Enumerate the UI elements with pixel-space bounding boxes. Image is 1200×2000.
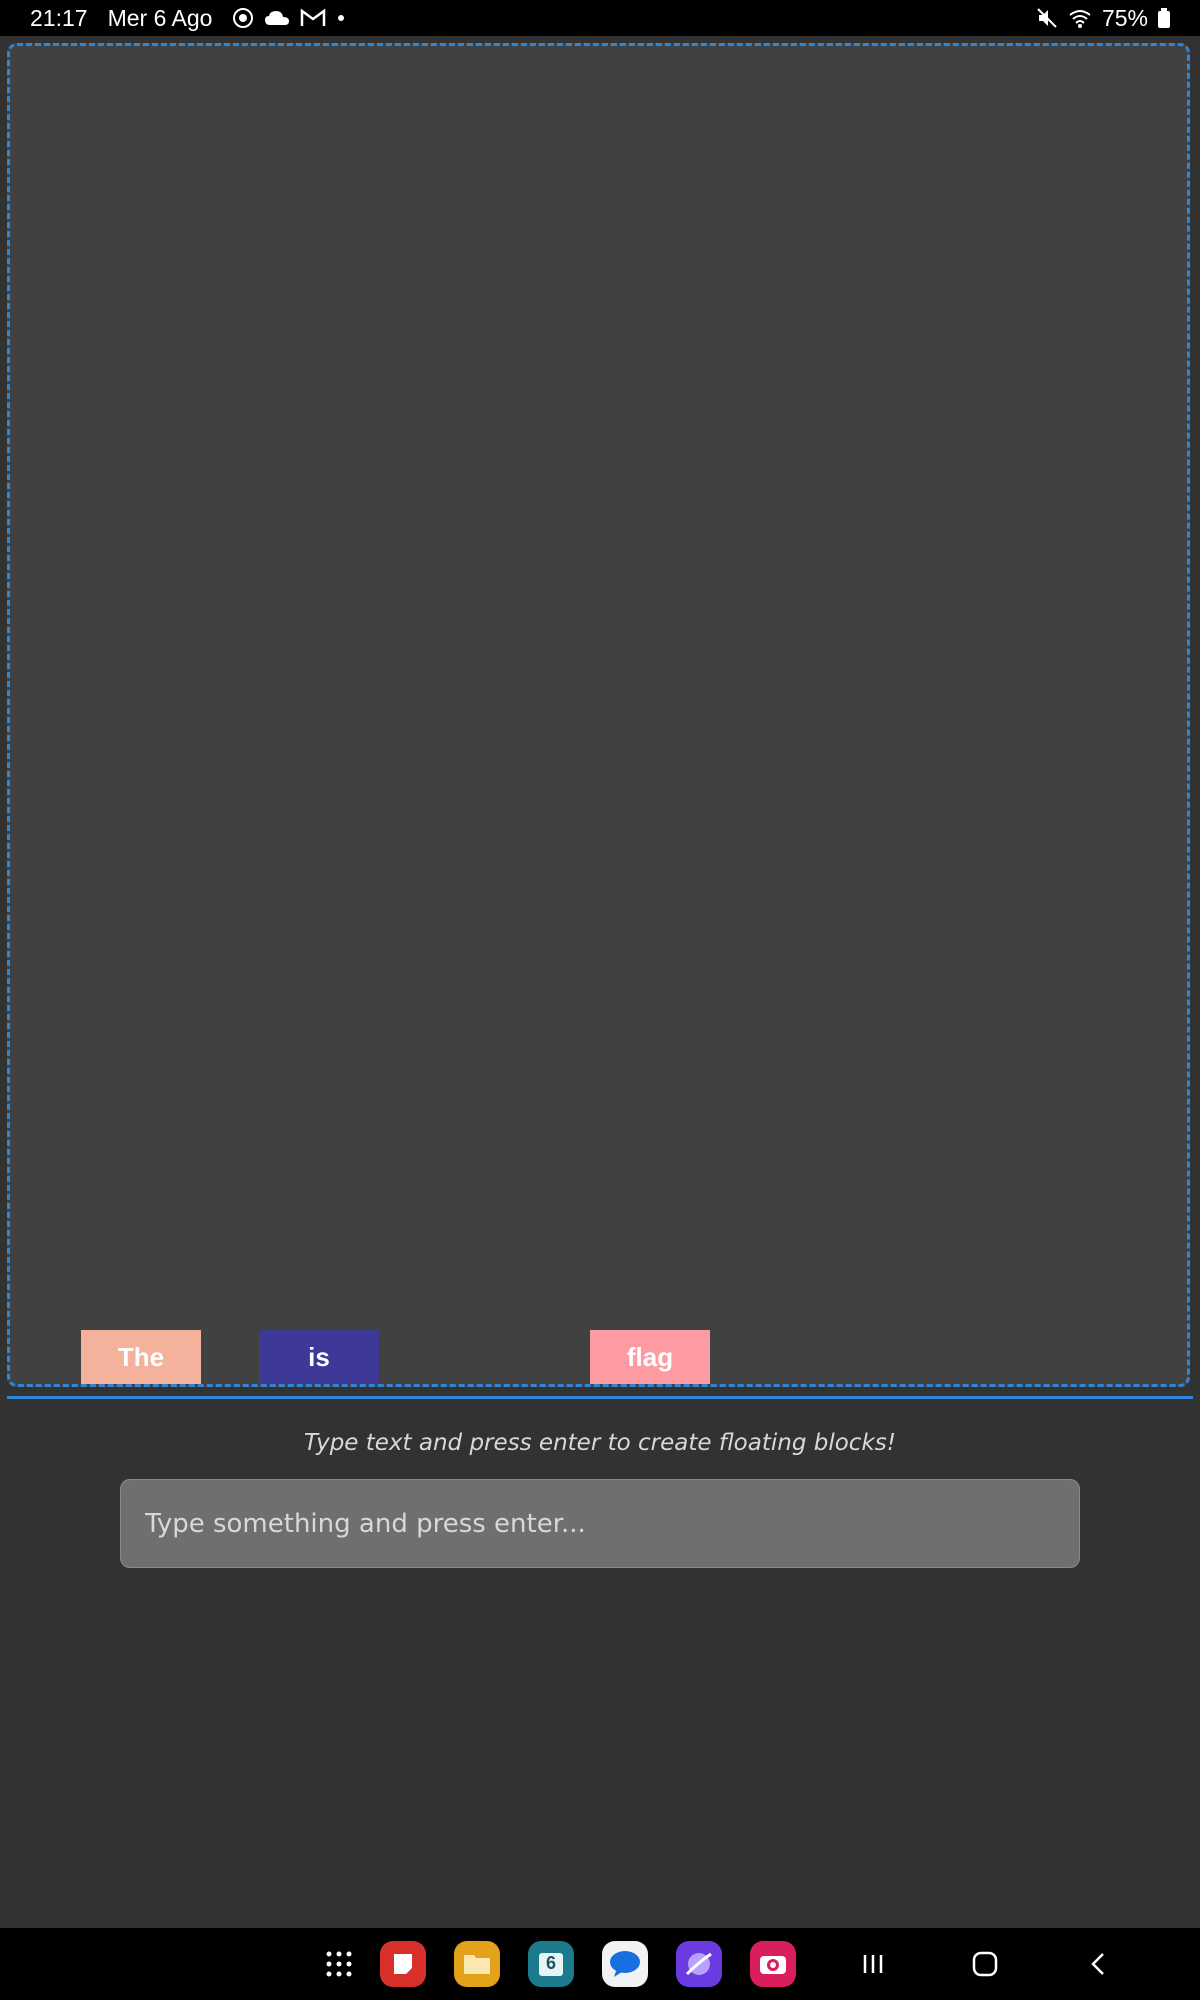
back-icon[interactable]: [1076, 1941, 1122, 1987]
blocks-playground[interactable]: The is flag: [7, 43, 1190, 1387]
internet-app-icon[interactable]: [676, 1941, 722, 1987]
messages-app-icon[interactable]: [602, 1941, 648, 1987]
home-icon[interactable]: [962, 1941, 1008, 1987]
calendar-app-icon[interactable]: 6: [528, 1941, 574, 1987]
gmail-icon: [300, 8, 326, 28]
status-left: 21:17 Mer 6 Ago: [30, 4, 356, 32]
wifi-icon: [1068, 7, 1092, 29]
word-block[interactable]: flag: [590, 1330, 710, 1384]
battery-icon: [1158, 8, 1170, 28]
dot-icon: [336, 13, 346, 23]
status-right: 75%: [1026, 4, 1170, 32]
status-time: 21:17: [30, 4, 88, 31]
divider-line: [7, 1396, 1193, 1399]
app-grid-icon[interactable]: [316, 1941, 362, 1987]
files-app-icon[interactable]: [454, 1941, 500, 1987]
navigation-bar: 6: [0, 1928, 1200, 2000]
status-date: Mer 6 Ago: [107, 4, 213, 31]
camera-app-icon[interactable]: [750, 1941, 796, 1987]
chrome-icon: [232, 7, 254, 29]
calendar-date-label: 6: [545, 1953, 556, 1973]
recents-icon[interactable]: [850, 1941, 896, 1987]
instruction-text: Type text and press enter to create floa…: [304, 1430, 896, 1456]
cloud-icon: [264, 8, 290, 28]
word-block[interactable]: is: [259, 1330, 379, 1384]
status-bar: 21:17 Mer 6 Ago 75%: [0, 0, 1200, 36]
mute-icon: [1036, 7, 1058, 29]
word-block[interactable]: The: [81, 1330, 201, 1384]
block-text-input[interactable]: [120, 1479, 1080, 1568]
battery-text: 75%: [1101, 4, 1148, 31]
notes-app-icon[interactable]: [380, 1941, 426, 1987]
